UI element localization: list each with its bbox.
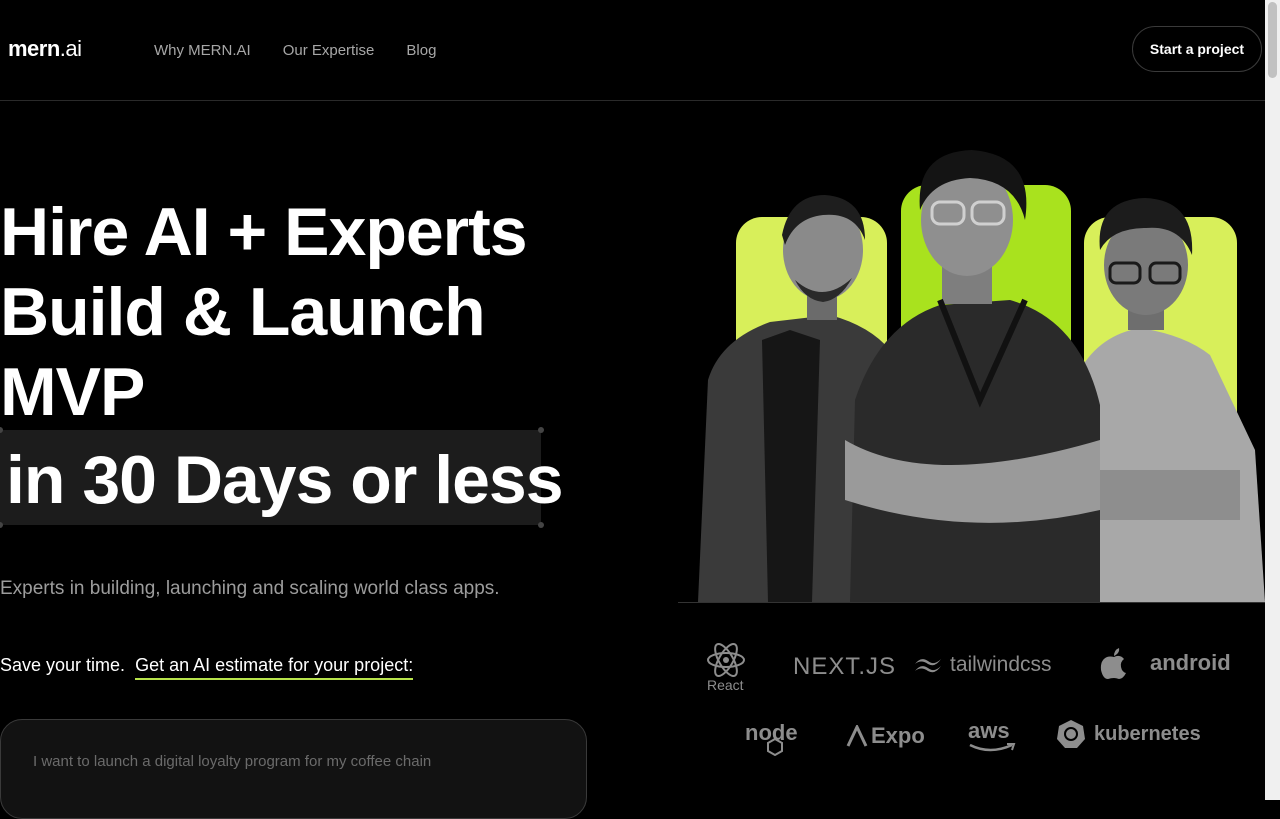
main-nav: Why MERN.AI Our Expertise Blog: [154, 42, 436, 59]
tech-android: android: [1150, 650, 1231, 675]
start-project-button[interactable]: Start a project: [1132, 26, 1262, 72]
scrollbar-thumb[interactable]: [1268, 2, 1277, 78]
hero-headline: Hire AI + Experts Build & Launch MVP: [0, 192, 528, 432]
tech-expo: Expo: [871, 723, 925, 748]
tech-nextjs: NEXT.JS: [793, 653, 897, 680]
headline-line-3: MVP: [0, 354, 145, 430]
image-divider: [678, 602, 1265, 603]
team-photo: [680, 140, 1265, 602]
tech-kubernetes: kubernetes: [1094, 723, 1201, 745]
ai-estimate-link[interactable]: Get an AI estimate for your project:: [135, 655, 414, 680]
page-scrollbar[interactable]: [1265, 0, 1280, 800]
person-center: [845, 150, 1100, 602]
tech-aws: aws: [968, 718, 1010, 743]
highlight-handle: [538, 427, 544, 433]
team-members-graphic: [698, 150, 1265, 602]
tech-tailwindcss: tailwindcss: [950, 653, 1052, 676]
headline-highlight-text: in 30 Days or less: [6, 442, 564, 518]
headline-line-2: Build & Launch: [0, 274, 486, 350]
project-prompt-box: [0, 719, 587, 819]
logo-main: mern: [8, 36, 60, 61]
save-time-text: Save your time.: [0, 655, 126, 675]
nav-why-mern-ai[interactable]: Why MERN.AI: [154, 42, 251, 59]
expo-icon: [846, 725, 868, 747]
react-icon: [707, 643, 745, 677]
tech-node: node: [745, 720, 798, 745]
estimate-row: Save your time. Get an AI estimate for y…: [0, 655, 414, 680]
highlight-handle: [0, 427, 3, 433]
aws-smile-icon: [969, 743, 1016, 752]
nav-our-expertise[interactable]: Our Expertise: [283, 42, 375, 59]
hero-subtitle: Experts in building, launching and scali…: [0, 578, 500, 599]
person-right: [1075, 198, 1265, 602]
kubernetes-icon: [1057, 720, 1085, 748]
headline-highlight-box: in 30 Days or less: [0, 427, 564, 528]
highlight-handle: [538, 522, 544, 528]
apple-icon: [1100, 648, 1126, 679]
nav-blog[interactable]: Blog: [406, 42, 436, 59]
project-prompt-input[interactable]: [31, 752, 555, 771]
logo-suffix: .ai: [59, 36, 82, 61]
tech-react: React: [707, 677, 744, 693]
logo[interactable]: mern.ai: [8, 36, 82, 62]
tailwind-icon: [915, 659, 941, 673]
headline-line-1: Hire AI + Experts: [0, 194, 528, 270]
site-header: mern.ai Why MERN.AI Our Expertise Blog S…: [0, 0, 1265, 101]
highlight-handle: [0, 522, 3, 528]
